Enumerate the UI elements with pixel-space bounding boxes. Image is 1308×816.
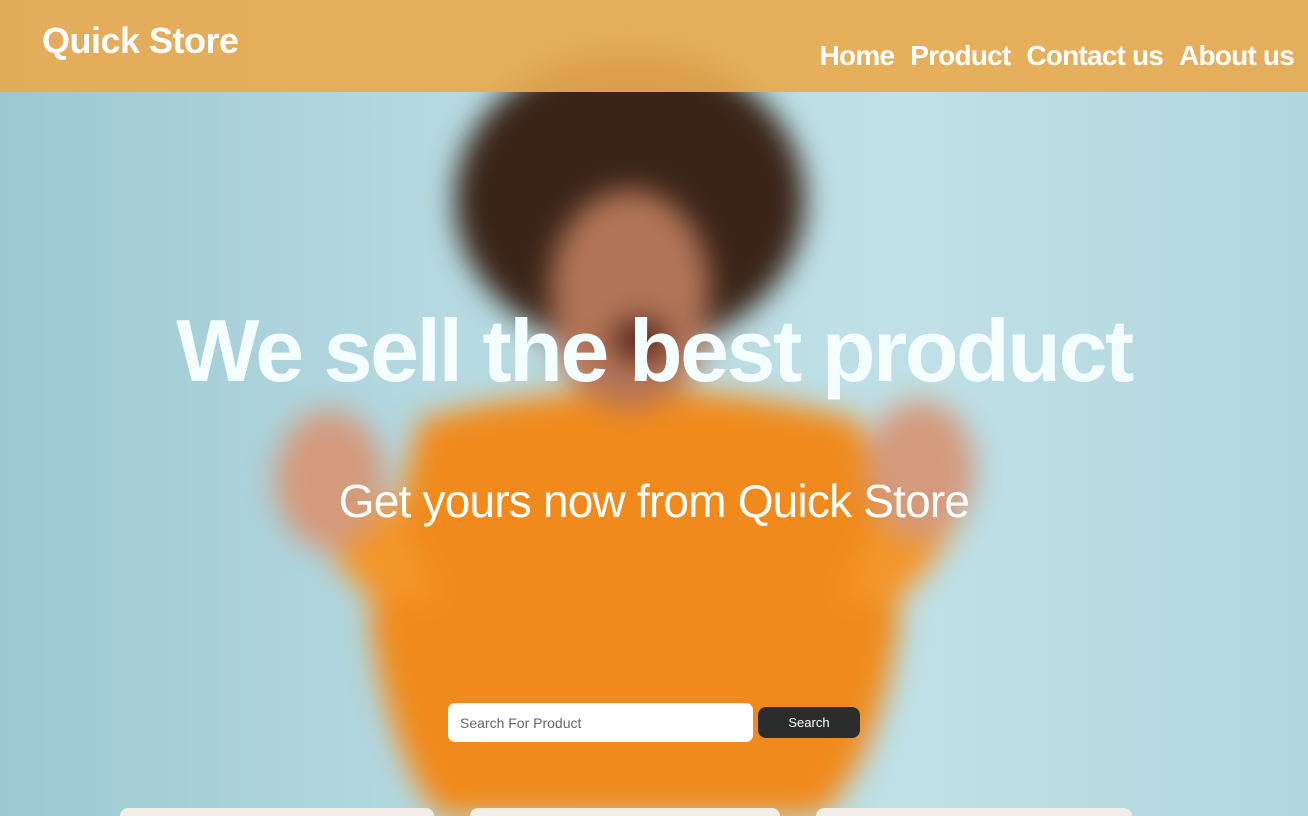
top-navbar: Quick Store Home Product Contact us Abou… (0, 0, 1308, 92)
product-card[interactable] (470, 808, 780, 816)
hero-title: We sell the best product (176, 301, 1134, 400)
hero-photo (275, 50, 975, 816)
hero-background-image (0, 0, 1308, 816)
nav-links: Home Product Contact us About us (820, 40, 1295, 72)
nav-link-contact-us[interactable]: Contact us (1026, 40, 1163, 72)
nav-link-home[interactable]: Home (820, 40, 895, 72)
brand-logo-text[interactable]: Quick Store (42, 20, 239, 62)
page: Quick Store Home Product Contact us Abou… (0, 0, 1308, 816)
hero-subtitle: Get yours now from Quick Store (338, 475, 970, 527)
search-input[interactable] (448, 703, 753, 742)
nav-link-about-us[interactable]: About us (1179, 40, 1295, 72)
product-card[interactable] (120, 808, 434, 816)
nav-link-product[interactable]: Product (910, 40, 1011, 72)
product-card[interactable] (816, 808, 1132, 816)
search-button[interactable]: Search (758, 707, 860, 738)
